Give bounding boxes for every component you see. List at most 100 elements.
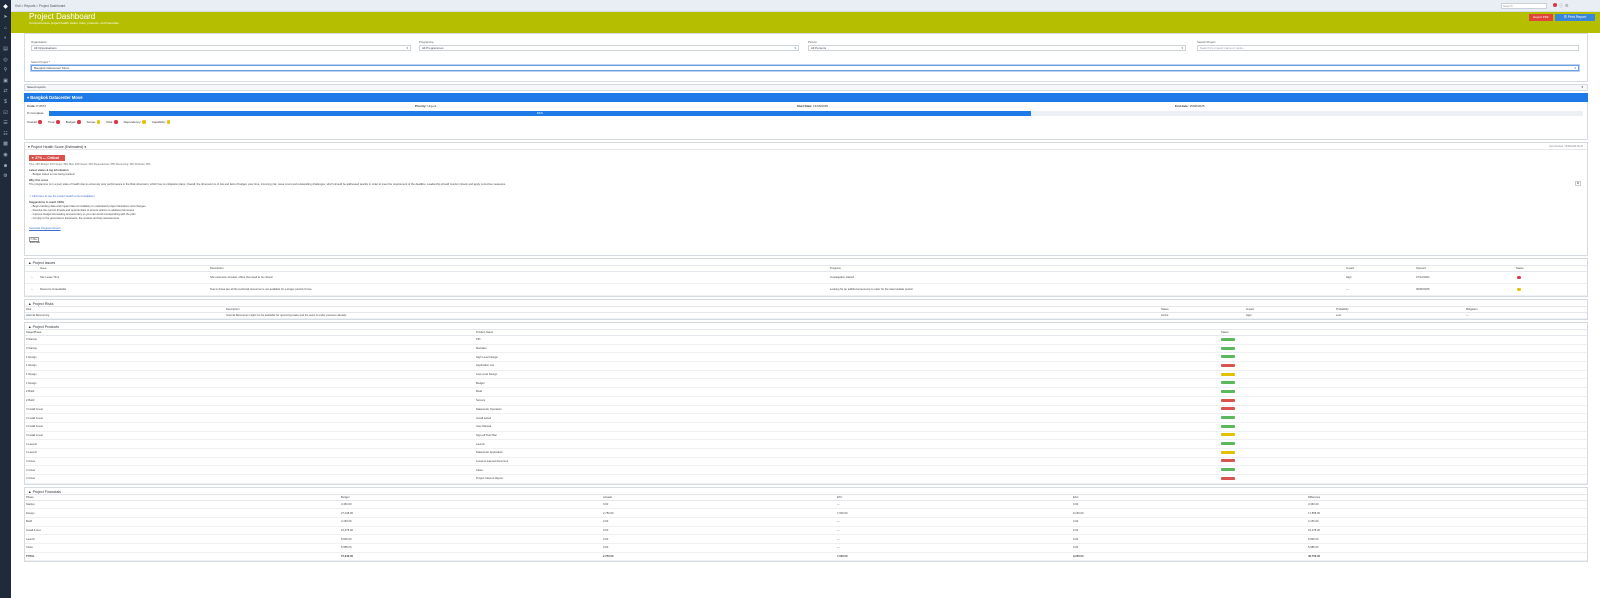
product-stage: 4 Close [25, 474, 475, 484]
table-row[interactable]: 3 Install & test Install tested [25, 413, 1587, 423]
chart-icon[interactable]: ▤ [0, 44, 11, 55]
project-end: End date: 15/08/2025 [1175, 104, 1205, 108]
fin-total-actuals: 2,750.00 [602, 552, 836, 561]
navigate-icon[interactable]: ➤ [0, 12, 11, 23]
table-row[interactable]: 4 Close Lessons learned document [25, 457, 1587, 467]
table-row[interactable]: › Site Lease Time Site extension of lease,… [25, 271, 1587, 284]
fin-phase: Launch [25, 534, 340, 545]
filter-panel: Organisation All Organisations ▾ Programm… [24, 33, 1588, 82]
re-estimate-button[interactable]: ↻ Re-Estimate [29, 237, 40, 244]
programme-select[interactable]: All Programmes ▾ [419, 45, 799, 51]
table-row[interactable]: 0 Startup Mandate [25, 344, 1587, 354]
layers-icon[interactable]: ☰ [0, 118, 11, 129]
breadcrumb[interactable]: Gvil > Reports > Project Dashboard [15, 4, 65, 8]
table-row[interactable]: 1 Design Low Level Design [25, 370, 1587, 380]
fin-eac: 0.00 [1072, 543, 1307, 553]
product-name: Application List [475, 361, 1220, 371]
rag-amber-indicator-icon [142, 120, 146, 124]
health-score-panel: ▾ Project Health Score (Estimated) ● Las… [24, 142, 1588, 256]
select-project-select[interactable]: Bangkok Datacenter Move ▾ [31, 65, 1579, 71]
product-status [1220, 370, 1587, 380]
progress-report-link[interactable]: Generate Progress Report [29, 227, 61, 230]
rag-label: Dependency: [123, 120, 142, 124]
chevron-down-icon: ▾ [1181, 46, 1183, 50]
product-name: High Level Design [475, 352, 1220, 363]
user-icon[interactable]: ☻ [0, 160, 11, 171]
table-row[interactable]: 1 Design High Level Design [25, 352, 1587, 363]
document-icon[interactable]: ☷ [0, 129, 11, 140]
status-badge [1221, 442, 1235, 446]
table-row[interactable]: 3 Install & test User Manual [25, 422, 1587, 432]
tasks-icon[interactable]: ☑ [0, 107, 11, 118]
progress-bar: 64% [49, 111, 1583, 116]
fin-actuals: 0.00 [602, 517, 836, 527]
rag-amber-indicator-icon [96, 120, 101, 124]
fin-total-budget: 57,946.00 [340, 552, 602, 561]
location-icon[interactable]: ⚲ [0, 65, 11, 76]
rag-red-indicator-icon [56, 120, 60, 124]
app-logo-icon[interactable]: ◆ [0, 0, 11, 12]
copy-icon[interactable]: ⧉ [1575, 181, 1581, 186]
dashboard-icon[interactable]: ◐ [0, 33, 11, 44]
table-row: Install & test 10,478.00 0.00—0.00 10,478.0… [25, 526, 1587, 536]
person-label: Person [808, 40, 817, 44]
table-row[interactable]: 4 Launch Datacenter Application [25, 448, 1587, 458]
breakdown-link[interactable]: ↗ Click here to see the project health s… [29, 194, 95, 198]
table-row[interactable]: › Resource Unavailable Due to those are al… [25, 283, 1587, 296]
settings-top-icon[interactable]: ⚙ [1565, 3, 1569, 9]
organisation-select[interactable]: All Organisations ▾ [31, 45, 411, 51]
fin-eac: 0.00 [1072, 534, 1307, 545]
product-stage: 2 Build [25, 396, 475, 406]
issue-progress: Looking for an additional resource to ca… [829, 283, 1345, 296]
health-title: ▾ Project Health Score (Estimated) ● Las… [25, 143, 1587, 150]
table-row[interactable]: Internal Resourcing Internal Resources mi… [25, 312, 1587, 319]
target-icon[interactable]: ◎ [0, 54, 11, 65]
products-panel: ▲ Project Products Stage/Phase Product N… [24, 322, 1588, 485]
help-icon[interactable]: ⓘ [1559, 3, 1563, 9]
saved-reports-toggle[interactable]: Saved reports ▾ [24, 84, 1588, 91]
notification-icon[interactable] [1553, 3, 1557, 7]
fin-actuals: 0.00 [602, 500, 836, 510]
info-icon[interactable]: ● [84, 145, 86, 149]
person-select[interactable]: All Persons ▾ [808, 45, 1186, 51]
search-filter: Search Project Search by project name or… [1197, 40, 1579, 51]
product-name: Build [475, 387, 1220, 397]
project-header: ▾ Bangkok Datacenter Move [24, 93, 1588, 102]
fin-diff: 10,478.00 [1307, 526, 1587, 536]
search-project-input[interactable]: Search by project name or code... [1197, 45, 1579, 51]
products-title-text: Project Products [32, 325, 59, 329]
table-row[interactable]: 1 Design Application List [25, 361, 1587, 371]
expand-chevron-icon[interactable]: › [25, 283, 39, 296]
table-row[interactable]: 2 Build Build [25, 387, 1587, 397]
rag-label: Overall: [27, 120, 38, 124]
suggestion-item: - Comply to the governance framework, th… [31, 217, 119, 220]
global-search-input[interactable]: Search [1501, 3, 1547, 9]
report-icon[interactable]: ▩ [0, 139, 11, 150]
table-row[interactable]: 4 Launch Launch [25, 439, 1587, 449]
section-text: - Budget status is now being tracked [31, 173, 75, 176]
table-row[interactable]: 2 Build Servers [25, 396, 1587, 406]
export-pdf-button[interactable]: Export PDF [1529, 14, 1553, 21]
product-name: Launch [475, 439, 1220, 449]
fin-actuals: 0.00 [602, 526, 836, 536]
chevron-down-icon: ▾ [794, 46, 796, 50]
dollar-icon[interactable]: $ [0, 97, 11, 108]
table-row[interactable]: 4 Close Project Closure Report [25, 474, 1587, 484]
briefcase-icon[interactable]: ▣ [0, 76, 11, 87]
users-icon[interactable]: ◉ [0, 150, 11, 161]
issue-status [1515, 271, 1587, 284]
table-row[interactable]: 3 Install & test Datacenter Operation [25, 405, 1587, 415]
rag-label: Scope: [86, 120, 96, 124]
settings-icon[interactable]: ⚙ [0, 171, 11, 182]
table-row[interactable]: 0 Startup PID [25, 335, 1587, 345]
table-row[interactable]: 1 Design Budget [25, 378, 1587, 389]
home-icon[interactable]: ⌂ [0, 23, 11, 34]
issue-opened: 07/12/2024 [1415, 271, 1515, 284]
table-row[interactable]: 3 Install & test Sign-off Test Plan [25, 431, 1587, 441]
print-report-button[interactable]: ☰ Print Report [1555, 14, 1595, 21]
expand-chevron-icon[interactable]: › [25, 271, 39, 284]
start-value: 13/06/2025 [813, 104, 829, 108]
flow-icon[interactable]: ⇄ [0, 86, 11, 97]
table-row[interactable]: 4 Close Close [25, 465, 1587, 475]
project-name: Bangkok Datacenter Move [30, 95, 83, 100]
